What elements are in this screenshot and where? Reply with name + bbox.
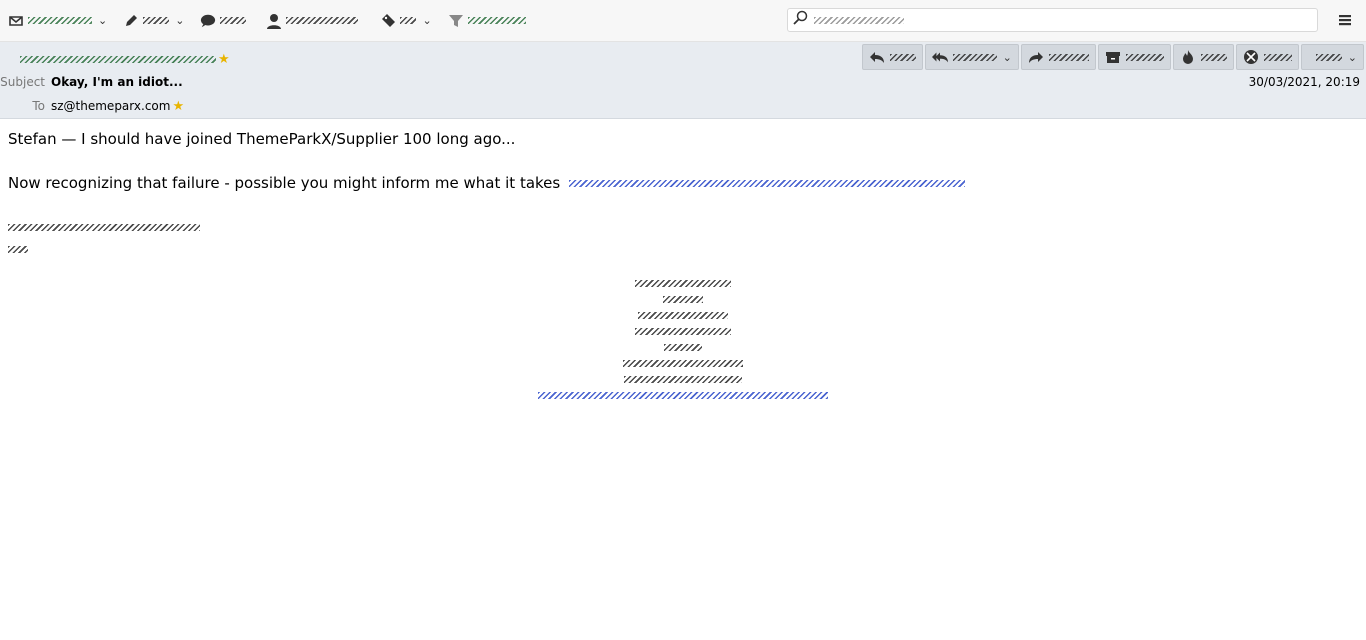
funnel-icon — [448, 13, 464, 29]
email-signature — [0, 275, 1366, 403]
chat-bubble-icon — [200, 13, 216, 29]
message-actions: ⌄ ⌄ — [860, 44, 1364, 70]
archive-icon — [1105, 49, 1121, 65]
get-messages-button[interactable]: ⌄ — [4, 7, 111, 35]
write-button[interactable]: ⌄ — [119, 7, 188, 35]
archive-button[interactable] — [1097, 44, 1171, 70]
tag-button[interactable]: ⌄ — [376, 7, 435, 35]
search-icon — [792, 10, 808, 30]
to-address[interactable]: sz@themeparx.com ★ — [51, 99, 184, 114]
quick-filter-button[interactable] — [444, 7, 530, 35]
envelope-down-icon — [8, 13, 24, 29]
redacted-text — [569, 180, 965, 187]
contact-icon — [266, 13, 282, 29]
chevron-down-icon[interactable]: ⌄ — [1348, 51, 1357, 64]
junk-button[interactable] — [1172, 44, 1234, 70]
more-button[interactable]: ⌄ — [1300, 44, 1364, 70]
body-line-2-text: Now recognizing that failure - possible … — [8, 174, 561, 192]
forward-button[interactable] — [1020, 44, 1096, 70]
tag-icon — [380, 13, 396, 29]
address-book-button[interactable] — [262, 7, 362, 35]
from-field[interactable]: ★ — [20, 52, 230, 67]
body-line-1: Stefan — I should have joined ThemeParkX… — [8, 130, 516, 148]
chevron-down-icon[interactable]: ⌄ — [175, 14, 184, 27]
message-header: ★ Subject Okay, I'm an idiot... To sz@th… — [0, 42, 1366, 119]
chat-button[interactable] — [196, 7, 250, 35]
message-body: Stefan — I should have joined ThemeParkX… — [8, 128, 1348, 260]
sender-initials — [8, 238, 1348, 260]
reply-all-button[interactable]: ⌄ — [924, 44, 1019, 70]
app-menu-button[interactable] — [1337, 12, 1353, 28]
forward-icon — [1028, 49, 1044, 65]
chevron-down-icon[interactable]: ⌄ — [1003, 51, 1012, 64]
reply-icon — [869, 49, 885, 65]
closing-line — [8, 216, 1348, 238]
reply-button[interactable] — [861, 44, 923, 70]
body-line-2: Now recognizing that failure - possible … — [8, 172, 1348, 194]
main-toolbar: ⌄ ⌄ ⌄ — [0, 0, 1366, 42]
chevron-down-icon[interactable]: ⌄ — [422, 14, 431, 27]
delete-button[interactable] — [1235, 44, 1299, 70]
star-icon[interactable]: ★ — [172, 99, 184, 114]
hamburger-icon — [1337, 13, 1353, 32]
message-date: 30/03/2021, 20:19 — [1248, 75, 1360, 89]
signature-link[interactable] — [538, 391, 828, 399]
chevron-down-icon[interactable]: ⌄ — [98, 14, 107, 27]
reply-all-icon — [931, 49, 948, 65]
to-label: To — [32, 99, 45, 113]
pencil-icon — [123, 13, 139, 29]
subject-value: Okay, I'm an idiot... — [51, 75, 183, 89]
flame-icon — [1180, 49, 1196, 65]
search-bar[interactable] — [787, 8, 1318, 32]
star-icon[interactable]: ★ — [218, 52, 230, 67]
subject-label: Subject — [0, 75, 45, 89]
to-address-text: sz@themeparx.com — [51, 99, 171, 113]
delete-icon — [1243, 49, 1259, 65]
